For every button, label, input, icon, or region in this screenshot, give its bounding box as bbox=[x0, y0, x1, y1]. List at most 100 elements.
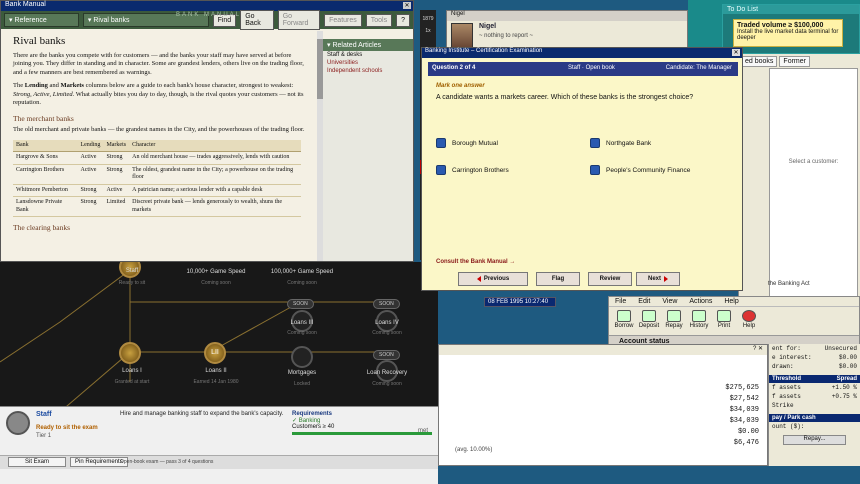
ledger-titlebar[interactable]: ? ✕ bbox=[439, 345, 767, 355]
ledger-value: $275,625 bbox=[725, 384, 759, 392]
strip-speed[interactable]: 1x bbox=[420, 28, 436, 34]
soon-badge: SOON bbox=[373, 350, 400, 360]
previous-button[interactable]: Previous bbox=[458, 272, 528, 286]
go-forward-button[interactable]: Go Forward bbox=[277, 10, 321, 30]
node-label: Loans III bbox=[290, 320, 314, 326]
node-sub: Coming soon bbox=[372, 330, 402, 336]
nigel-advisor-window: Nigel Nigel ~ nothing to report ~ bbox=[446, 10, 688, 50]
article-heading: Rival banks bbox=[13, 35, 66, 47]
repay-button[interactable]: Repay bbox=[663, 310, 685, 334]
menu-actions[interactable]: Actions bbox=[689, 298, 712, 305]
close-icon[interactable]: ✕ bbox=[403, 2, 411, 9]
node-sub: Ready to sit bbox=[118, 280, 146, 286]
node-loans-i[interactable] bbox=[119, 342, 141, 364]
manual-titlebar[interactable]: Bank Manual ✕ bbox=[1, 1, 413, 11]
node-sub: Earned 14 Jan 1980 bbox=[193, 379, 239, 385]
ledger-value: $6,476 bbox=[733, 439, 759, 447]
strike-label: Strike bbox=[772, 402, 794, 409]
table-header-row: Bank Lending Markets Character bbox=[13, 139, 301, 152]
borrow-button[interactable]: Borrow bbox=[613, 310, 635, 334]
help-tool-label: Help bbox=[742, 323, 756, 329]
answer-option[interactable]: People's Community Finance bbox=[590, 165, 690, 175]
menu-view[interactable]: View bbox=[662, 298, 677, 305]
ledger-value: $34,039 bbox=[729, 406, 759, 414]
game-clock: 08 FEB 1995 10:27:40 bbox=[484, 297, 556, 307]
menu-help[interactable]: Help bbox=[724, 298, 738, 305]
next-button[interactable]: Next bbox=[636, 272, 680, 286]
answer-option[interactable]: Carrington Brothers bbox=[436, 165, 509, 175]
related-link-schools[interactable]: Independent schools bbox=[323, 67, 413, 75]
consult-manual-link[interactable]: Consult the Bank Manual → bbox=[436, 259, 515, 265]
manual-bar-title: BANK MANUAL bbox=[176, 12, 242, 18]
spread-row: f assets +1.50 % bbox=[772, 384, 857, 391]
threshold-header: Threshold Spread bbox=[769, 375, 860, 383]
related-link-staff[interactable]: Staff & desks bbox=[323, 51, 413, 59]
checkbox-icon[interactable] bbox=[590, 165, 600, 175]
related-articles: ▾ Related Articles Staff & desks Univers… bbox=[323, 39, 413, 261]
node-loans-ii[interactable]: LII bbox=[204, 342, 226, 364]
sit-exam-button[interactable]: Sit Exam bbox=[8, 457, 66, 467]
deposit-icon bbox=[642, 310, 656, 322]
ledger-value: $27,542 bbox=[729, 395, 759, 403]
ledger-value: $0.00 bbox=[737, 428, 759, 436]
go-back-button[interactable]: Go Back bbox=[240, 10, 274, 30]
todo-card-title: Traded volume ≥ $100,000 bbox=[737, 22, 824, 29]
close-icon[interactable]: ✕ bbox=[732, 49, 740, 56]
exam-titlebar[interactable]: Banking Institute – Certification Examin… bbox=[422, 48, 742, 58]
col-lending: Lending bbox=[77, 139, 104, 152]
table-row: Hargrove & Sons Active Strong An old mercha… bbox=[13, 151, 301, 165]
node-mortgages[interactable] bbox=[291, 346, 313, 368]
rival-banks-table: Bank Lending Markets Character Hargrove … bbox=[13, 139, 301, 217]
checkbox-icon[interactable] bbox=[436, 165, 446, 175]
history-button[interactable]: History bbox=[688, 310, 710, 334]
exam-window-title: Banking Institute – Certification Examin… bbox=[425, 48, 543, 54]
review-button[interactable]: Review bbox=[588, 272, 632, 286]
borrow-label: Borrow bbox=[614, 323, 634, 329]
related-link-universities[interactable]: Universities bbox=[323, 59, 413, 67]
amount-label: ount ($): bbox=[772, 423, 805, 430]
print-button[interactable]: Print bbox=[713, 310, 735, 334]
checkbox-icon[interactable] bbox=[590, 138, 600, 148]
merchant-heading: The merchant banks bbox=[13, 113, 74, 123]
banking-act-text: the Banking Act bbox=[768, 281, 810, 287]
pay-park-header: pay / Park cash bbox=[769, 414, 860, 422]
article-intro: There are the banks you compete with for… bbox=[13, 51, 304, 76]
loan-rates-panel: ent for: Unsecured e interest: $0.00 drawn… bbox=[768, 344, 860, 466]
deposit-button[interactable]: Deposit bbox=[638, 310, 660, 334]
menu-file[interactable]: File bbox=[615, 298, 626, 305]
tab-ed-books[interactable]: ed books bbox=[741, 56, 778, 67]
manual-help-button[interactable]: ? bbox=[396, 13, 411, 27]
features-button[interactable]: Features bbox=[324, 13, 362, 27]
question-counter: Question 2 of 4 bbox=[432, 65, 476, 71]
ledger-window: ? ✕ $275,625 $27,542 $34,039 $34,039 $0.… bbox=[438, 344, 768, 466]
checkbox-icon[interactable] bbox=[436, 138, 446, 148]
todo-card[interactable]: Traded volume ≥ $100,000 Install the liv… bbox=[733, 19, 843, 47]
question-prompt: A candidate wants a markets career. Whic… bbox=[436, 94, 694, 101]
customer-pane[interactable]: Select a customer: bbox=[769, 68, 858, 298]
manual-toolbar: BANK MANUAL ▾ Reference ▾ Rival banks Fi… bbox=[1, 10, 413, 30]
tab-former[interactable]: Former bbox=[779, 56, 810, 67]
repay-dialog-button[interactable]: Repay... bbox=[783, 435, 846, 445]
flag-button[interactable]: Flag bbox=[536, 272, 580, 286]
answer-option[interactable]: Northgate Bank bbox=[590, 138, 651, 148]
exam-blurb: Open-book exam — pass 3 of 4 questions bbox=[120, 459, 214, 465]
staff-tier: Tier 1 bbox=[36, 433, 52, 439]
question-bar: Question 2 of 4 Staff · Open book Candid… bbox=[428, 62, 738, 76]
rate-row: ent for: Unsecured bbox=[772, 345, 857, 352]
node-sub: Coming soon bbox=[372, 381, 402, 387]
arrow-right-icon bbox=[664, 276, 668, 282]
ledger-note: (avg. 10.00%) bbox=[455, 447, 493, 453]
spread-row: f assets +0.75 % bbox=[772, 393, 857, 400]
menu-edit[interactable]: Edit bbox=[638, 298, 650, 305]
node-label: Loan Recovery bbox=[366, 370, 408, 376]
help-tool-button[interactable]: Help bbox=[738, 310, 760, 334]
ledger-value: $34,039 bbox=[729, 417, 759, 425]
requirement-met-label: met bbox=[417, 428, 428, 434]
node-sub: Coming soon bbox=[287, 280, 317, 286]
skill-tree: Staff Ready to sit 10,000+ Game Speed Co… bbox=[0, 262, 438, 406]
answer-option[interactable]: Borough Mutual bbox=[436, 138, 498, 148]
nigel-titlebar[interactable]: Nigel bbox=[447, 11, 687, 21]
staff-title: Staff bbox=[36, 411, 52, 418]
tools-button[interactable]: Tools bbox=[365, 13, 393, 27]
reference-dropdown[interactable]: ▾ Reference bbox=[4, 13, 79, 27]
